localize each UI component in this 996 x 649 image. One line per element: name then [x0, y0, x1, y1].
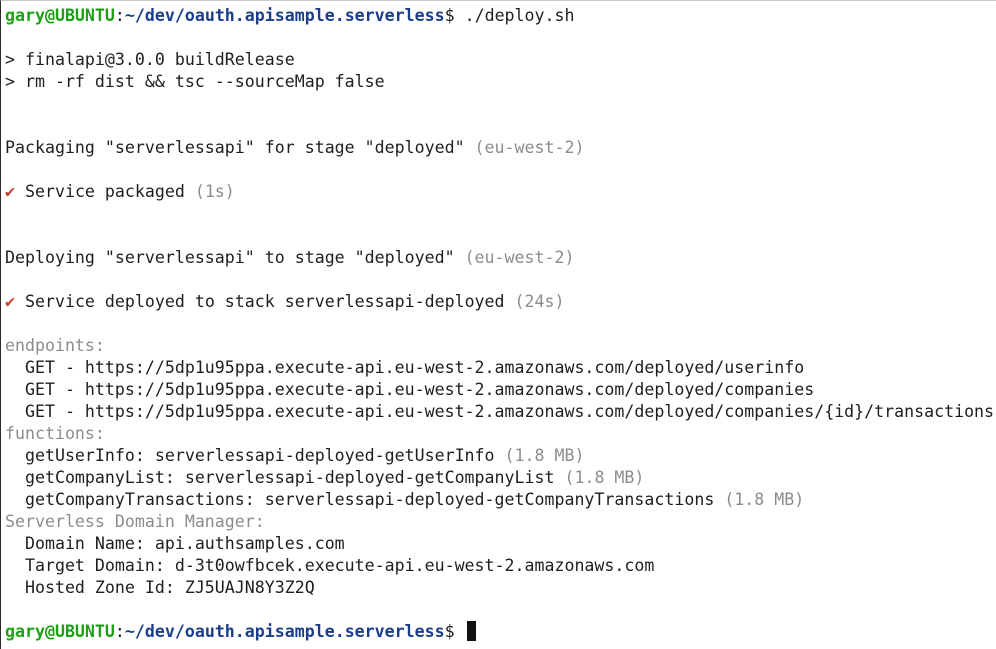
check-icon: ✔ [5, 182, 15, 201]
deploying-line: Deploying "serverlessapi" to stage "depl… [5, 247, 574, 269]
text-cursor [466, 621, 476, 641]
prompt-command [455, 622, 465, 641]
prompt-path: ~/dev/oauth.apisample.serverless [124, 6, 445, 25]
deploying-text: Deploying "serverlessapi" to stage "depl… [5, 248, 465, 267]
endpoints-header: endpoints: [5, 336, 105, 355]
prompt-path: ~/dev/oauth.apisample.serverless [124, 622, 445, 641]
check-icon: ✔ [5, 292, 15, 311]
prompt-colon: : [114, 6, 125, 25]
prompt-command: ./deploy.sh [454, 6, 575, 25]
packaged-text: Service packaged [15, 182, 195, 201]
deploying-region: (eu-west-2) [464, 248, 575, 267]
packaging-region: (eu-west-2) [474, 138, 585, 157]
functions-header: functions: [5, 424, 105, 443]
deployed-duration: (24s) [514, 292, 565, 311]
prompt-line: gary@UBUNTU:~/dev/oauth.apisample.server… [5, 5, 575, 27]
npm-script-line: > finalapi@3.0.0 buildRelease [5, 50, 295, 69]
packaging-line: Packaging "serverlessapi" for stage "dep… [5, 137, 584, 159]
endpoint-line: GET - https://5dp1u95ppa.execute-api.eu-… [5, 402, 995, 421]
packaged-line: ✔ Service packaged (1s) [5, 181, 235, 203]
function-text: getUserInfo: serverlessapi-deployed-getU… [5, 446, 505, 465]
function-size: (1.8 MB) [504, 446, 585, 465]
prompt-line-end[interactable]: gary@UBUNTU:~/dev/oauth.apisample.server… [5, 621, 476, 643]
endpoint-line: GET - https://5dp1u95ppa.execute-api.eu-… [5, 380, 815, 399]
function-size: (1.8 MB) [564, 468, 645, 487]
function-line: getCompanyList: serverlessapi-deployed-g… [5, 467, 644, 489]
terminal-window[interactable]: gary@UBUNTU:~/dev/oauth.apisample.server… [0, 0, 996, 649]
endpoint-line: GET - https://5dp1u95ppa.execute-api.eu-… [5, 358, 805, 377]
deployed-text: Service deployed to stack serverlessapi-… [15, 292, 515, 311]
function-line: getCompanyTransactions: serverlessapi-de… [5, 489, 804, 511]
packaged-duration: (1s) [194, 182, 235, 201]
prompt-user-host: gary@UBUNTU [5, 6, 115, 25]
packaging-text: Packaging "serverlessapi" for stage "dep… [5, 138, 475, 157]
npm-cmd-line: > rm -rf dist && tsc --sourceMap false [5, 72, 385, 91]
function-size: (1.8 MB) [724, 490, 805, 509]
prompt-user-host: gary@UBUNTU [5, 622, 115, 641]
prompt-dollar: $ [444, 622, 455, 641]
domain-manager-line: Domain Name: api.authsamples.com [5, 534, 345, 553]
function-text: getCompanyTransactions: serverlessapi-de… [5, 490, 725, 509]
function-line: getUserInfo: serverlessapi-deployed-getU… [5, 445, 584, 467]
function-text: getCompanyList: serverlessapi-deployed-g… [5, 468, 565, 487]
prompt-colon: : [114, 622, 125, 641]
prompt-dollar: $ [444, 6, 455, 25]
domain-manager-header: Serverless Domain Manager: [5, 512, 265, 531]
domain-manager-line: Hosted Zone Id: ZJ5UAJN8Y3Z2Q [5, 578, 315, 597]
domain-manager-line: Target Domain: d-3t0owfbcek.execute-api.… [5, 556, 655, 575]
deployed-line: ✔ Service deployed to stack serverlessap… [5, 291, 564, 313]
